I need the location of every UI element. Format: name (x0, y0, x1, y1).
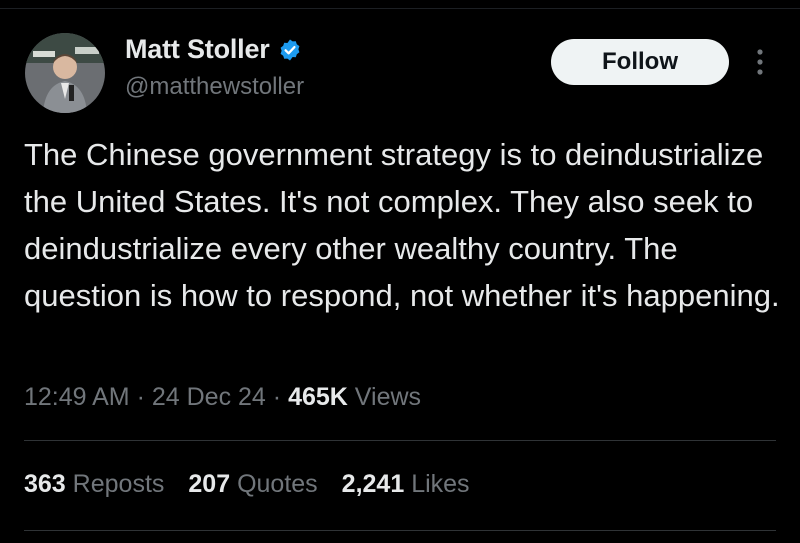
likes-stat[interactable]: 2,241 Likes (342, 470, 470, 499)
reposts-count: 363 (24, 470, 66, 498)
views-label: Views (354, 383, 422, 411)
quotes-count: 207 (188, 470, 231, 498)
more-vertical-icon[interactable] (752, 46, 768, 78)
avatar-photo (25, 33, 105, 113)
tweet-text: The Chinese government strategy is to de… (24, 137, 780, 313)
verified-badge-icon (278, 38, 302, 62)
tweet-time[interactable]: 12:49 AM (24, 383, 130, 411)
author-display-name[interactable]: Matt Stoller (125, 34, 270, 65)
quotes-label: Quotes (237, 470, 318, 498)
author-handle[interactable]: @matthewstoller (125, 73, 304, 101)
avatar[interactable] (25, 33, 105, 113)
tweet-meta: 12:49 AM · 24 Dec 24 · 465K Views (24, 383, 421, 412)
reposts-stat[interactable]: 363 Reposts (24, 470, 164, 499)
tweet-date[interactable]: 24 Dec 24 (152, 383, 266, 411)
engagement-stats: 363 Reposts 207 Quotes 2,241 Likes (24, 470, 470, 499)
reposts-label: Reposts (72, 470, 165, 498)
quotes-stat[interactable]: 207 Quotes (188, 470, 317, 499)
likes-count: 2,241 (341, 470, 405, 498)
likes-label: Likes (411, 470, 470, 498)
views-count[interactable]: 465K (288, 383, 348, 411)
author-name-row: Matt Stoller (125, 34, 302, 65)
meta-separator: · (136, 383, 145, 411)
stats-divider-top (24, 440, 776, 441)
top-divider (0, 8, 800, 9)
meta-separator: · (272, 383, 282, 411)
follow-button[interactable]: Follow (551, 39, 729, 85)
stats-divider-bottom (24, 530, 776, 531)
